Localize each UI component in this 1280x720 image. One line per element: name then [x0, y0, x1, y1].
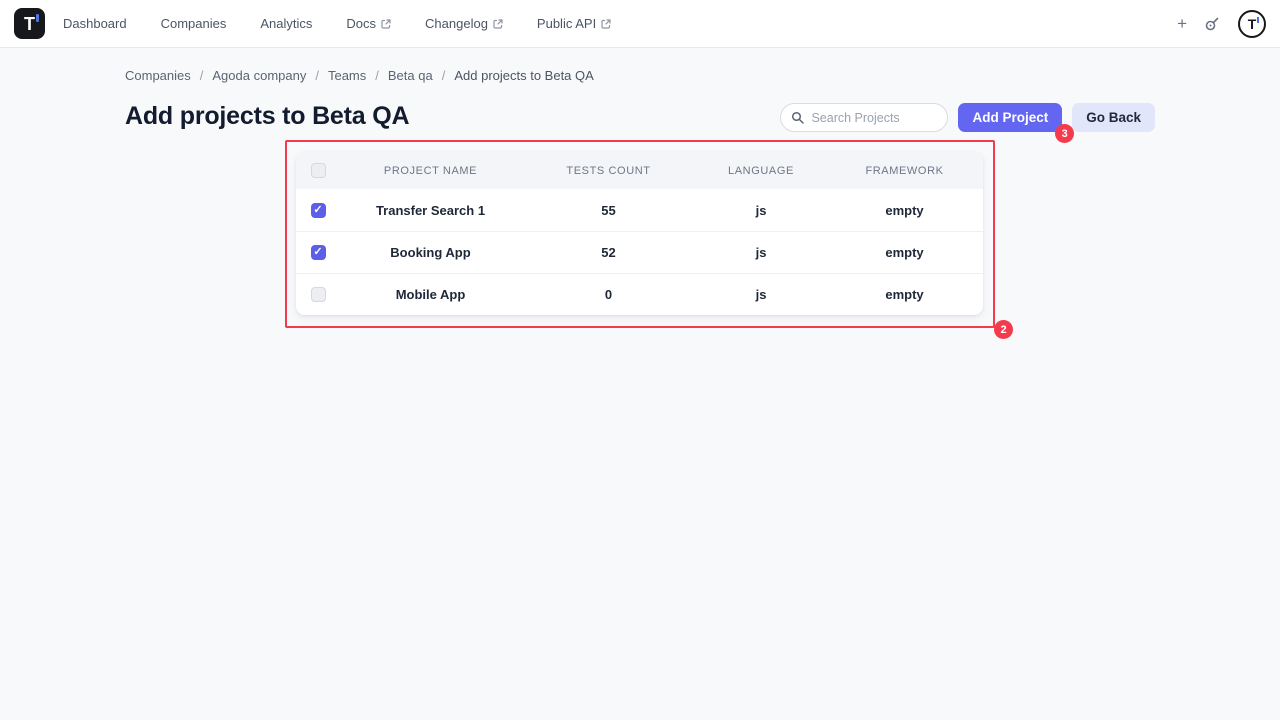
breadcrumb-separator: /: [442, 68, 446, 83]
column-header-tests-count: Tests Count: [521, 165, 696, 177]
language: js: [696, 203, 826, 218]
row-checkbox[interactable]: [311, 245, 326, 260]
annotation-badge-3: 3: [1055, 124, 1074, 143]
language: js: [696, 245, 826, 260]
search-icon: [791, 111, 804, 124]
column-header-language: Language: [696, 165, 826, 177]
nav-item-docs[interactable]: Docs: [346, 16, 391, 31]
column-header-framework: Framework: [826, 165, 983, 177]
external-link-icon: [493, 19, 503, 29]
project-name: Booking App: [340, 245, 521, 260]
breadcrumb-separator: /: [200, 68, 204, 83]
row-checkbox-cell: [296, 287, 340, 302]
tests-count: 0: [521, 287, 696, 302]
nav-item-companies[interactable]: Companies: [161, 16, 227, 31]
project-name: Transfer Search 1: [340, 203, 521, 218]
page-title: Add projects to Beta QA: [125, 102, 409, 131]
avatar-letter: T: [1248, 17, 1257, 31]
search-projects-box[interactable]: [780, 103, 948, 132]
nav-item-changelog[interactable]: Changelog: [425, 16, 503, 31]
select-all-checkbox[interactable]: [311, 163, 326, 178]
logo-letter: T: [24, 15, 35, 33]
breadcrumb-companies[interactable]: Companies: [125, 68, 191, 83]
breadcrumb-agoda-company[interactable]: Agoda company: [212, 68, 306, 83]
table-header-row: Project Name Tests Count Language Framew…: [296, 152, 983, 189]
nav-item-label: Public API: [537, 16, 596, 31]
search-projects-input[interactable]: [811, 111, 931, 125]
annotation-badge-2: 2: [994, 320, 1013, 339]
avatar-accent-mark: [1257, 17, 1259, 23]
project-name: Mobile App: [340, 287, 521, 302]
app-logo[interactable]: T: [14, 8, 45, 39]
header-checkbox-cell: [296, 163, 340, 178]
go-back-label: Go Back: [1086, 110, 1141, 125]
nav-item-label: Companies: [161, 16, 227, 31]
breadcrumb-current-page: Add projects to Beta QA: [454, 68, 593, 83]
logo-accent-mark: [36, 14, 39, 22]
nav-item-analytics[interactable]: Analytics: [260, 16, 312, 31]
toolbar: Add Project 3 Go Back: [780, 103, 1155, 132]
go-back-button[interactable]: Go Back: [1072, 103, 1155, 132]
add-project-button[interactable]: Add Project 3: [958, 103, 1062, 132]
tests-count: 52: [521, 245, 696, 260]
column-header-project-name: Project Name: [340, 165, 521, 177]
projects-table: Project Name Tests Count Language Framew…: [296, 152, 983, 315]
tests-count: 55: [521, 203, 696, 218]
nav-item-label: Changelog: [425, 16, 488, 31]
nav-actions: + T: [1177, 10, 1266, 38]
nav-item-label: Analytics: [260, 16, 312, 31]
nav-item-label: Dashboard: [63, 16, 127, 31]
framework: empty: [826, 287, 983, 302]
breadcrumb: Companies / Agoda company / Teams / Beta…: [125, 68, 594, 83]
breadcrumb-separator: /: [315, 68, 319, 83]
plus-icon[interactable]: +: [1177, 15, 1187, 32]
table-row: Mobile App 0 js empty: [296, 273, 983, 315]
breadcrumb-separator: /: [375, 68, 379, 83]
add-project-label: Add Project: [972, 110, 1048, 125]
external-link-icon: [601, 19, 611, 29]
row-checkbox[interactable]: [311, 287, 326, 302]
language: js: [696, 287, 826, 302]
row-checkbox-cell: [296, 203, 340, 218]
nav-item-dashboard[interactable]: Dashboard: [63, 16, 127, 31]
row-checkbox[interactable]: [311, 203, 326, 218]
top-navigation: T Dashboard Companies Analytics Docs Cha…: [0, 0, 1280, 48]
row-checkbox-cell: [296, 245, 340, 260]
breadcrumb-teams[interactable]: Teams: [328, 68, 366, 83]
framework: empty: [826, 203, 983, 218]
nav-item-public-api[interactable]: Public API: [537, 16, 611, 31]
table-row: Transfer Search 1 55 js empty: [296, 189, 983, 231]
nav-search-icon[interactable]: [1204, 15, 1221, 32]
nav-menu: Dashboard Companies Analytics Docs Chang…: [63, 16, 611, 31]
breadcrumb-beta-qa[interactable]: Beta qa: [388, 68, 433, 83]
user-avatar[interactable]: T: [1238, 10, 1266, 38]
table-row: Booking App 52 js empty: [296, 231, 983, 273]
external-link-icon: [381, 19, 391, 29]
framework: empty: [826, 245, 983, 260]
nav-item-label: Docs: [346, 16, 376, 31]
